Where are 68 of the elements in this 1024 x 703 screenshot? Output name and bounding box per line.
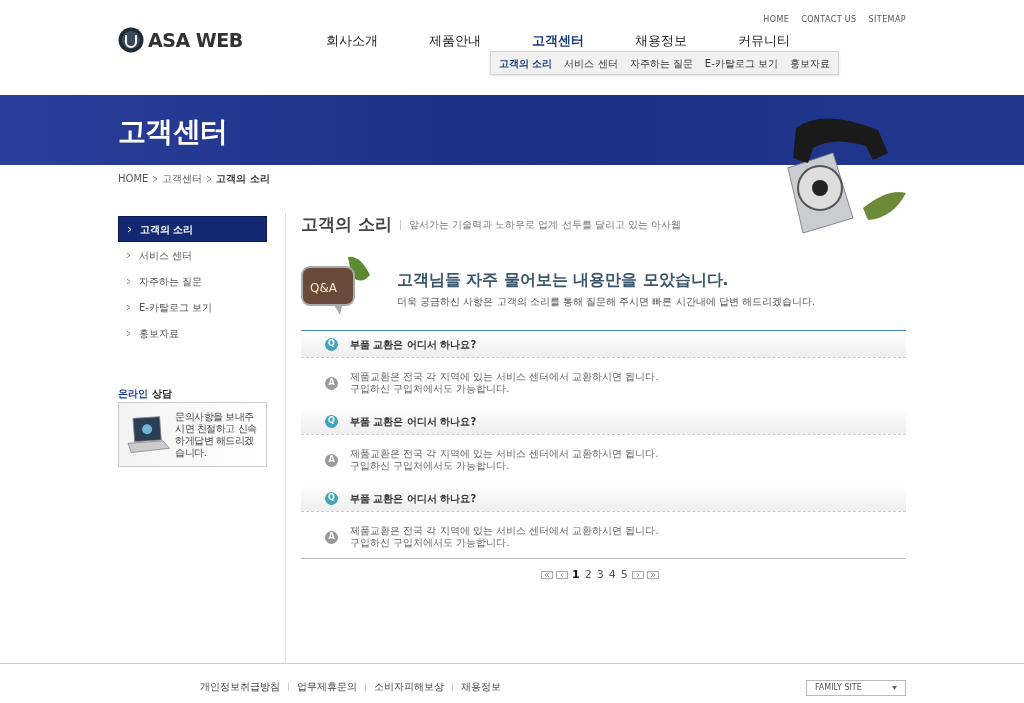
logo-text: ASA WEB: [148, 28, 243, 53]
footer-link[interactable]: 개인정보취급방침: [200, 679, 280, 694]
answer-text: 제품교환은 전국 각 지역에 있는 서비스 센터에서 교환하시면 됩니다. 구입하신 구입처에서도 가능합니다.: [350, 371, 659, 395]
last-page-icon[interactable]: [646, 571, 659, 580]
answer-text: 제품교환은 전국 각 지역에 있는 서비스 센터에서 교환하시면 됩니다. 구입하신 구입처에서도 가능합니다.: [350, 525, 659, 549]
next-page-icon[interactable]: [631, 571, 644, 580]
footer-link[interactable]: 소비자피해보상: [374, 679, 444, 694]
logo[interactable]: ASA WEB: [118, 26, 243, 55]
sidebar-item[interactable]: 고객의 소리: [118, 216, 267, 242]
answer-text: 제품교환은 전국 각 지역에 있는 서비스 센터에서 교환하시면 됩니다. 구입하신 구입처에서도 가능합니다.: [350, 448, 659, 472]
footer-link[interactable]: 업무제휴문의: [297, 679, 357, 694]
question-text: 부품 교환은 어디서 하나요?: [350, 414, 477, 429]
chevron-icon: [127, 225, 132, 233]
chevron-icon: [152, 174, 159, 183]
subnav-link[interactable]: 홍보자료: [789, 55, 830, 71]
section-title-highlight: 온라인: [118, 387, 148, 401]
sidebar-item[interactable]: 자주하는 질문: [118, 268, 267, 294]
nav-tab[interactable]: 커뮤니티: [712, 31, 815, 51]
nav-tab[interactable]: 제품안내: [403, 31, 506, 51]
subnav-link[interactable]: E-카탈로그 보기: [704, 55, 778, 71]
breadcrumb-link[interactable]: 고객센터: [162, 171, 203, 186]
subnav-link[interactable]: 자주하는 질문: [629, 55, 693, 71]
util-link[interactable]: HOME: [763, 14, 790, 26]
subnav-link[interactable]: 고객의 소리: [499, 55, 553, 71]
chevron-icon: [126, 277, 131, 285]
util-link[interactable]: SITEMAP: [868, 14, 906, 26]
banner-title: 고객센터: [118, 114, 228, 150]
nav-tab[interactable]: 채용정보: [609, 31, 712, 51]
page-link[interactable]: 4: [607, 567, 617, 584]
headline: 고객님들 자주 물어보는 내용만을 모았습니다.: [397, 270, 729, 291]
consult-text: 문의사항을 보내주시면 친절하고 신속하게답변 해드리겠습니다.: [175, 410, 258, 459]
chevron-icon: [126, 329, 131, 337]
answer-icon: A: [325, 453, 338, 467]
question-text: 부품 교환은 어디서 하나요?: [350, 491, 477, 506]
question-text: 부품 교환은 어디서 하나요?: [350, 337, 477, 352]
online-consult-card[interactable]: 문의사항을 보내주시면 친절하고 신속하게답변 해드리겠습니다.: [118, 402, 267, 467]
chevron-icon: [126, 251, 131, 259]
page-link[interactable]: 2: [583, 567, 593, 584]
page-link[interactable]: 3: [595, 567, 605, 584]
sidebar-item[interactable]: 홍보자료: [118, 320, 267, 346]
breadcrumb-link[interactable]: 고객의 소리: [216, 171, 270, 186]
section-title: 상담: [152, 387, 172, 401]
caret-icon: [892, 686, 897, 690]
logo-icon: [118, 27, 144, 54]
first-page-icon[interactable]: [541, 571, 553, 580]
breadcrumb-link[interactable]: HOME: [118, 171, 149, 186]
chevron-icon: [126, 303, 131, 311]
page-title: 고객의 소리: [301, 213, 392, 236]
page-subtitle: 앞서가는 기술력과 노하우로 업계 선두를 달리고 있는 아사웹: [408, 218, 682, 233]
question-icon: Q: [325, 337, 338, 351]
question-icon: Q: [325, 491, 338, 505]
sidebar-item[interactable]: E-카탈로그 보기: [118, 294, 267, 320]
util-link[interactable]: CONTACT US: [801, 14, 857, 26]
nav-tab[interactable]: 회사소개: [300, 31, 403, 51]
family-site-dropdown[interactable]: FAMILY SITE: [806, 680, 906, 696]
footer-link[interactable]: 채용정보: [461, 679, 501, 694]
description: 더욱 궁금하신 사항은 고객의 소리를 통해 질문해 주시면 빠른 시간내에 답변 해드리겠습니다.: [397, 295, 816, 309]
chevron-icon: [206, 174, 213, 183]
page-link[interactable]: 5: [619, 567, 629, 584]
sidebar-item[interactable]: 서비스 센터: [118, 242, 267, 268]
answer-icon: A: [325, 530, 338, 544]
answer-icon: A: [325, 376, 338, 390]
question-icon: Q: [325, 414, 338, 428]
qa-label: Q&A: [310, 281, 337, 295]
page-link[interactable]: 1: [571, 567, 581, 584]
previous-page-icon[interactable]: [556, 571, 568, 580]
nav-tab[interactable]: 고객센터: [506, 31, 609, 51]
subnav-link[interactable]: 서비스 센터: [564, 55, 618, 71]
